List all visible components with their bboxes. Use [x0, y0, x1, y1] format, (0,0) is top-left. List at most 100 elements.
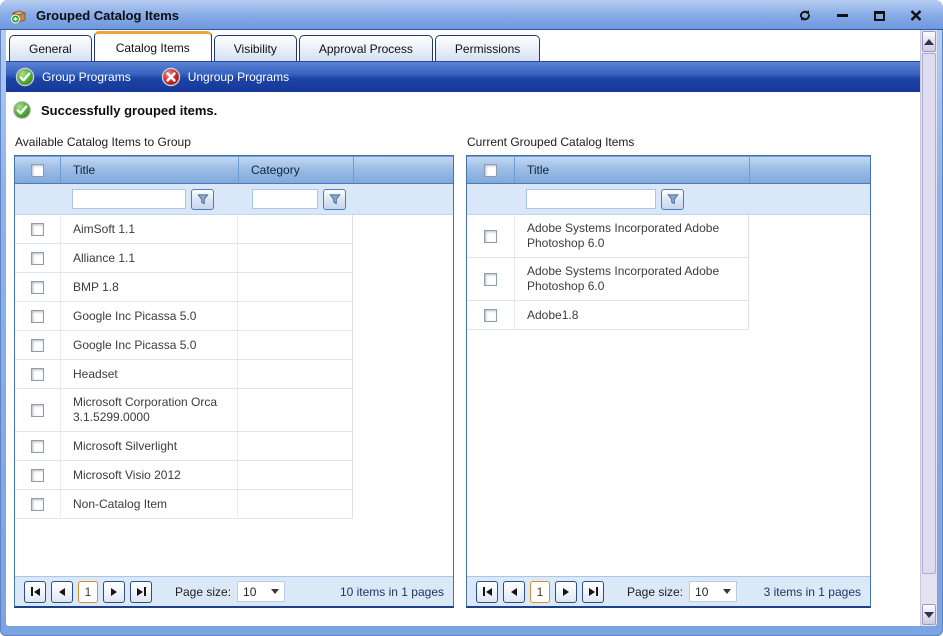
maximize-icon[interactable] — [870, 8, 888, 24]
tab-permissions[interactable]: Permissions — [435, 35, 540, 61]
next-page-button[interactable] — [103, 581, 125, 603]
green-check-circle-icon — [12, 100, 32, 120]
row-title: Adobe Systems Incorporated Adobe Photosh… — [514, 258, 748, 300]
filter-row — [467, 184, 870, 215]
panel-title: Available Catalog Items to Group — [14, 135, 454, 155]
row-title: Non-Catalog Item — [60, 490, 237, 518]
pager-summary: 3 items in 1 pages — [764, 585, 861, 599]
title-filter-button[interactable] — [661, 189, 684, 210]
title-filter-input[interactable] — [72, 189, 186, 209]
first-page-button[interactable] — [24, 581, 46, 603]
row-title: Alliance 1.1 — [60, 244, 237, 272]
button-label: Ungroup Programs — [188, 70, 289, 84]
table-row: Adobe Systems Incorporated Adobe Photosh… — [467, 258, 748, 301]
tab-general[interactable]: General — [9, 35, 92, 61]
category-filter-input[interactable] — [252, 189, 318, 209]
grid-header: Title Category — [15, 156, 453, 184]
tab-catalog-items[interactable]: Catalog Items — [94, 31, 212, 61]
tab-label: Permissions — [455, 42, 520, 56]
row-checkbox[interactable] — [31, 310, 44, 323]
row-checkbox[interactable] — [31, 469, 44, 482]
group-programs-button[interactable]: Group Programs — [15, 67, 131, 87]
tab-label: General — [29, 42, 72, 56]
last-page-button[interactable] — [582, 581, 604, 603]
sync-icon[interactable] — [796, 8, 814, 24]
page-size-select[interactable]: 10 — [237, 581, 285, 602]
close-icon[interactable] — [907, 8, 925, 24]
row-checkbox[interactable] — [31, 223, 44, 236]
row-checkbox[interactable] — [31, 339, 44, 352]
row-title: Microsoft Visio 2012 — [60, 461, 237, 489]
scroll-up-icon[interactable] — [922, 31, 936, 52]
funnel-icon — [329, 193, 341, 205]
select-all-checkbox[interactable] — [484, 164, 497, 177]
current-page-button[interactable]: 1 — [530, 581, 550, 603]
title-bar[interactable]: Grouped Catalog Items — [0, 0, 943, 30]
page-size-select[interactable]: 10 — [689, 581, 737, 602]
green-check-circle-icon — [15, 67, 35, 87]
previous-page-button[interactable] — [503, 581, 525, 603]
chevron-down-icon — [723, 589, 731, 594]
minimize-icon[interactable] — [833, 8, 851, 24]
table-row: Microsoft Visio 2012 — [15, 461, 352, 490]
row-title: Microsoft Silverlight — [60, 432, 237, 460]
first-page-button[interactable] — [476, 581, 498, 603]
title-filter-button[interactable] — [191, 189, 214, 210]
row-checkbox[interactable] — [484, 230, 497, 243]
table-row: Microsoft Corporation Orca 3.1.5299.0000 — [15, 389, 352, 432]
table-row: Non-Catalog Item — [15, 490, 352, 519]
pager: 1 Page size: 10 3 items in 1 pages — [467, 576, 870, 606]
row-checkbox[interactable] — [31, 252, 44, 265]
row-checkbox[interactable] — [31, 440, 44, 453]
available-items-panel: Available Catalog Items to Group Title C… — [14, 135, 454, 608]
table-row: Alliance 1.1 — [15, 244, 352, 273]
row-checkbox[interactable] — [484, 273, 497, 286]
row-checkbox[interactable] — [31, 281, 44, 294]
button-label: Group Programs — [42, 70, 131, 84]
tab-visibility[interactable]: Visibility — [214, 35, 297, 61]
panel-title: Current Grouped Catalog Items — [466, 135, 871, 155]
table-row: Adobe Systems Incorporated Adobe Photosh… — [467, 215, 748, 258]
table-row: Google Inc Picassa 5.0 — [15, 331, 352, 360]
row-category — [237, 432, 352, 460]
row-checkbox[interactable] — [484, 309, 497, 322]
red-x-circle-icon — [161, 67, 181, 87]
table-row: BMP 1.8 — [15, 273, 352, 302]
column-header-title[interactable]: Title — [514, 157, 749, 183]
scrollbar-thumb[interactable] — [922, 53, 936, 574]
row-checkbox[interactable] — [31, 404, 44, 417]
page-size-value: 10 — [243, 585, 256, 599]
row-category — [237, 215, 352, 243]
scroll-down-icon[interactable] — [922, 604, 936, 625]
tab-strip: General Catalog Items Visibility Approva… — [6, 30, 920, 61]
column-header-title[interactable]: Title — [60, 157, 238, 183]
status-text: Successfully grouped items. — [41, 103, 217, 118]
row-title: Google Inc Picassa 5.0 — [60, 331, 237, 359]
row-category — [237, 302, 352, 330]
toolbar: Group Programs Ungroup Programs — [6, 61, 920, 92]
next-page-button[interactable] — [555, 581, 577, 603]
row-title: Google Inc Picassa 5.0 — [60, 302, 237, 330]
column-header-category[interactable]: Category — [238, 157, 353, 183]
current-page-button[interactable]: 1 — [78, 581, 98, 603]
row-category — [237, 389, 352, 431]
previous-page-button[interactable] — [51, 581, 73, 603]
select-all-checkbox[interactable] — [31, 164, 44, 177]
ungroup-programs-button[interactable]: Ungroup Programs — [161, 67, 289, 87]
row-checkbox[interactable] — [31, 368, 44, 381]
title-filter-input[interactable] — [526, 189, 656, 209]
tab-label: Catalog Items — [116, 41, 190, 55]
row-title: Adobe Systems Incorporated Adobe Photosh… — [514, 215, 748, 257]
available-items-grid: Title Category — [14, 155, 454, 608]
tab-approval-process[interactable]: Approval Process — [299, 35, 433, 61]
category-filter-button[interactable] — [323, 189, 346, 210]
package-add-icon — [10, 8, 28, 24]
chevron-down-icon — [271, 589, 279, 594]
status-message: Successfully grouped items. — [12, 100, 217, 120]
row-category — [237, 273, 352, 301]
row-checkbox[interactable] — [31, 498, 44, 511]
grouped-items-grid: Title — [466, 155, 871, 608]
vertical-scrollbar[interactable] — [920, 30, 937, 626]
client-area: General Catalog Items Visibility Approva… — [6, 30, 937, 626]
last-page-button[interactable] — [130, 581, 152, 603]
